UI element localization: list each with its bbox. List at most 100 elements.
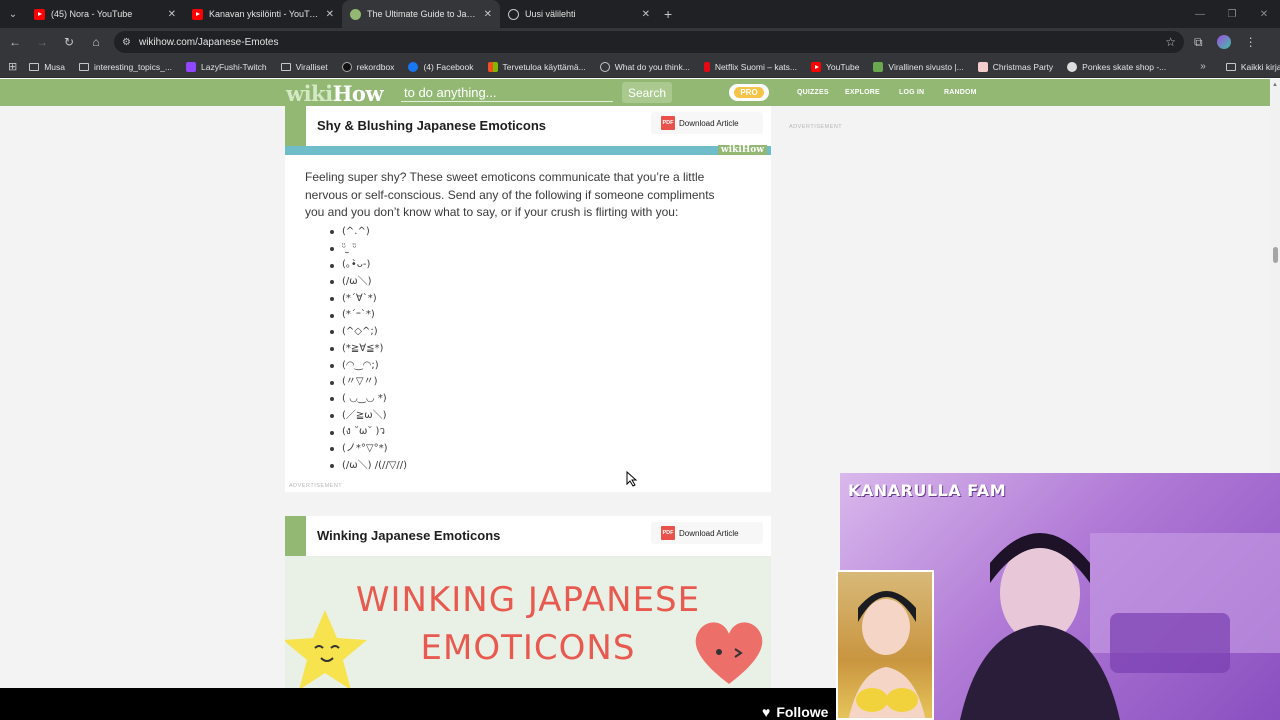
- restore-icon[interactable]: ❐: [1216, 0, 1248, 28]
- list-item: (◠‿◠;): [330, 358, 407, 375]
- logo-how: How: [332, 81, 384, 106]
- folder-icon: [79, 62, 90, 71]
- back-arrow-icon[interactable]: ←: [3, 30, 27, 54]
- youtube-icon: [192, 8, 203, 20]
- overlay-title: KANARULLA FAM: [848, 481, 1007, 500]
- site-info-icon[interactable]: ⚙: [122, 37, 131, 48]
- tab-title: Uusi välilehti: [525, 9, 576, 19]
- wikihow-watermark: wikiHow: [717, 145, 767, 155]
- nav-random[interactable]: RANDOM: [944, 89, 977, 96]
- bookmark-youtube[interactable]: YouTube: [811, 61, 860, 72]
- download-article-button[interactable]: PDF Download Article: [651, 112, 763, 134]
- pro-button[interactable]: PRO: [729, 84, 769, 101]
- facebook-icon: [408, 61, 419, 72]
- bookmark-facebook[interactable]: (4) Facebook: [408, 61, 474, 72]
- list-item: (/ω＼) /(//▽//): [330, 458, 407, 475]
- tab-youtube-nora[interactable]: (45) Nora - YouTube ✕: [26, 0, 184, 28]
- download-label: Download Article: [679, 528, 739, 538]
- mouse-cursor-icon: [626, 471, 638, 487]
- nav-explore[interactable]: EXPLORE: [845, 89, 880, 96]
- sidebar-ad-label: ADVERTISEMENT: [789, 124, 843, 130]
- bookmark-label: Kaikki kirjanmerkit: [1240, 61, 1280, 72]
- nav-quizzes[interactable]: QUIZZES: [797, 89, 829, 96]
- close-icon[interactable]: ✕: [642, 9, 650, 20]
- bookmark-label: interesting_topics_...: [94, 61, 172, 72]
- browser-toolbar: ← → ↻ ⌂ ⚙ wikihow.com/Japanese-Emotes ☆ …: [0, 28, 1280, 56]
- bookmarks-bar: ⊞ Musa interesting_topics_... LazyFushi-…: [0, 56, 1280, 78]
- folder-icon: [29, 62, 40, 71]
- bookmark-musa[interactable]: Musa: [29, 62, 65, 72]
- streamer-avatar: [836, 570, 934, 720]
- tab-new-tab[interactable]: Uusi välilehti ✕: [500, 0, 658, 28]
- emoticon-list: (^.^) ᵕ̈ ̫ ᵕ̈ (｡•̀ᴗ-) (/ω＼) (*´∀`*) (*´ｰ…: [330, 224, 407, 474]
- list-item: (*≧∀≦*): [330, 341, 407, 358]
- folder-icon: [1225, 62, 1236, 71]
- apps-grid-icon[interactable]: ⊞: [8, 60, 17, 73]
- bookmark-ponkes[interactable]: Ponkes skate shop -...: [1067, 61, 1166, 72]
- new-tab-plus-icon[interactable]: +: [664, 6, 672, 22]
- bookmark-star-icon[interactable]: ☆: [1165, 35, 1176, 49]
- window-controls: — ❐ ✕: [1184, 0, 1280, 28]
- globe-icon: [508, 8, 519, 20]
- bookmark-what-do-you-think[interactable]: What do you think...: [599, 61, 690, 72]
- list-item: (*´ｰ`*): [330, 307, 407, 324]
- tab-search-icon[interactable]: ⌄: [0, 0, 26, 28]
- heart-face-icon: [695, 622, 763, 684]
- search-button[interactable]: Search: [622, 82, 672, 103]
- bookmark-label: YouTube: [826, 61, 860, 72]
- star-face-icon: [285, 610, 367, 688]
- window-close-icon[interactable]: ✕: [1248, 0, 1280, 28]
- image-icon: [977, 61, 988, 72]
- menu-kebab-icon[interactable]: ⋮: [1245, 35, 1257, 49]
- close-icon[interactable]: ✕: [484, 9, 492, 20]
- download-article-button[interactable]: PDF Download Article: [651, 522, 763, 544]
- pdf-icon: PDF: [661, 526, 675, 540]
- logo-wiki: wiki: [286, 81, 333, 106]
- bookmark-interesting-topics[interactable]: interesting_topics_...: [79, 62, 172, 72]
- heart-icon: ♥: [762, 704, 771, 720]
- wikihow-logo[interactable]: wikiHow: [286, 81, 384, 106]
- bookmark-virallinen-sivusto[interactable]: Virallinen sivusto |...: [873, 61, 964, 72]
- followers-counter: ♥ Followe: [762, 704, 828, 720]
- tab-title: The Ultimate Guide to Japanese: [367, 9, 478, 19]
- cube-icon: [873, 61, 884, 72]
- list-item: (〃▽〃): [330, 374, 407, 391]
- bookmark-christmas-party[interactable]: Christmas Party: [977, 61, 1053, 72]
- close-icon[interactable]: ✕: [168, 9, 176, 20]
- bookmark-netflix[interactable]: Netflix Suomi – kats...: [703, 61, 798, 72]
- scrollbar-thumb[interactable]: [1273, 247, 1278, 263]
- tab-title: (45) Nora - YouTube: [51, 9, 133, 19]
- section-image-strip: wikiHow: [285, 145, 771, 155]
- inline-ad-label: ADVERTISEMENT: [289, 483, 343, 489]
- address-bar[interactable]: ⚙ wikihow.com/Japanese-Emotes ☆: [114, 31, 1184, 53]
- profile-avatar[interactable]: [1216, 35, 1231, 49]
- tab-title: Kanavan yksilöinti - YouTube Stu: [209, 9, 320, 19]
- tab-wikihow[interactable]: The Ultimate Guide to Japanese ✕: [342, 0, 500, 28]
- section-body-text: Feeling super shy? These sweet emoticons…: [305, 170, 715, 219]
- bookmark-label: Netflix Suomi – kats...: [714, 61, 798, 72]
- netflix-icon: [703, 61, 710, 72]
- bookmark-rekordbox[interactable]: rekordbox: [341, 61, 394, 72]
- forward-arrow-icon[interactable]: →: [30, 30, 54, 54]
- search-input[interactable]: to do anything...: [401, 83, 613, 102]
- list-item: ᵕ̈ ̫ ᵕ̈: [330, 241, 407, 258]
- bookmark-label: Musa: [44, 61, 66, 72]
- extensions-icon[interactable]: ⧉: [1194, 35, 1203, 50]
- list-item: (^◇^;): [330, 324, 407, 341]
- close-icon[interactable]: ✕: [326, 9, 334, 20]
- bookmark-lazyfushi[interactable]: LazyFushi-Twitch: [185, 61, 267, 72]
- nav-log-in[interactable]: LOG IN: [899, 89, 924, 96]
- home-icon[interactable]: ⌂: [84, 30, 108, 54]
- wikihow-icon: [350, 8, 361, 20]
- bookmark-label: What do you think...: [614, 61, 690, 72]
- tab-youtube-studio[interactable]: Kanavan yksilöinti - YouTube Stu ✕: [184, 0, 342, 28]
- minimize-icon[interactable]: —: [1184, 0, 1216, 28]
- chevron-right-icon[interactable]: »: [1200, 61, 1206, 72]
- bookmark-tervetuloa[interactable]: Tervetuloa käyttämä...: [487, 61, 586, 72]
- followers-label: Followe: [776, 704, 829, 720]
- bookmark-viralliset[interactable]: Viralliset: [280, 62, 328, 72]
- reload-icon[interactable]: ↻: [57, 30, 81, 54]
- bookmark-all[interactable]: Kaikki kirjanmerkit: [1225, 61, 1280, 72]
- scroll-up-arrow-icon[interactable]: ▲: [1272, 82, 1278, 88]
- list-item: (^.^): [330, 224, 407, 241]
